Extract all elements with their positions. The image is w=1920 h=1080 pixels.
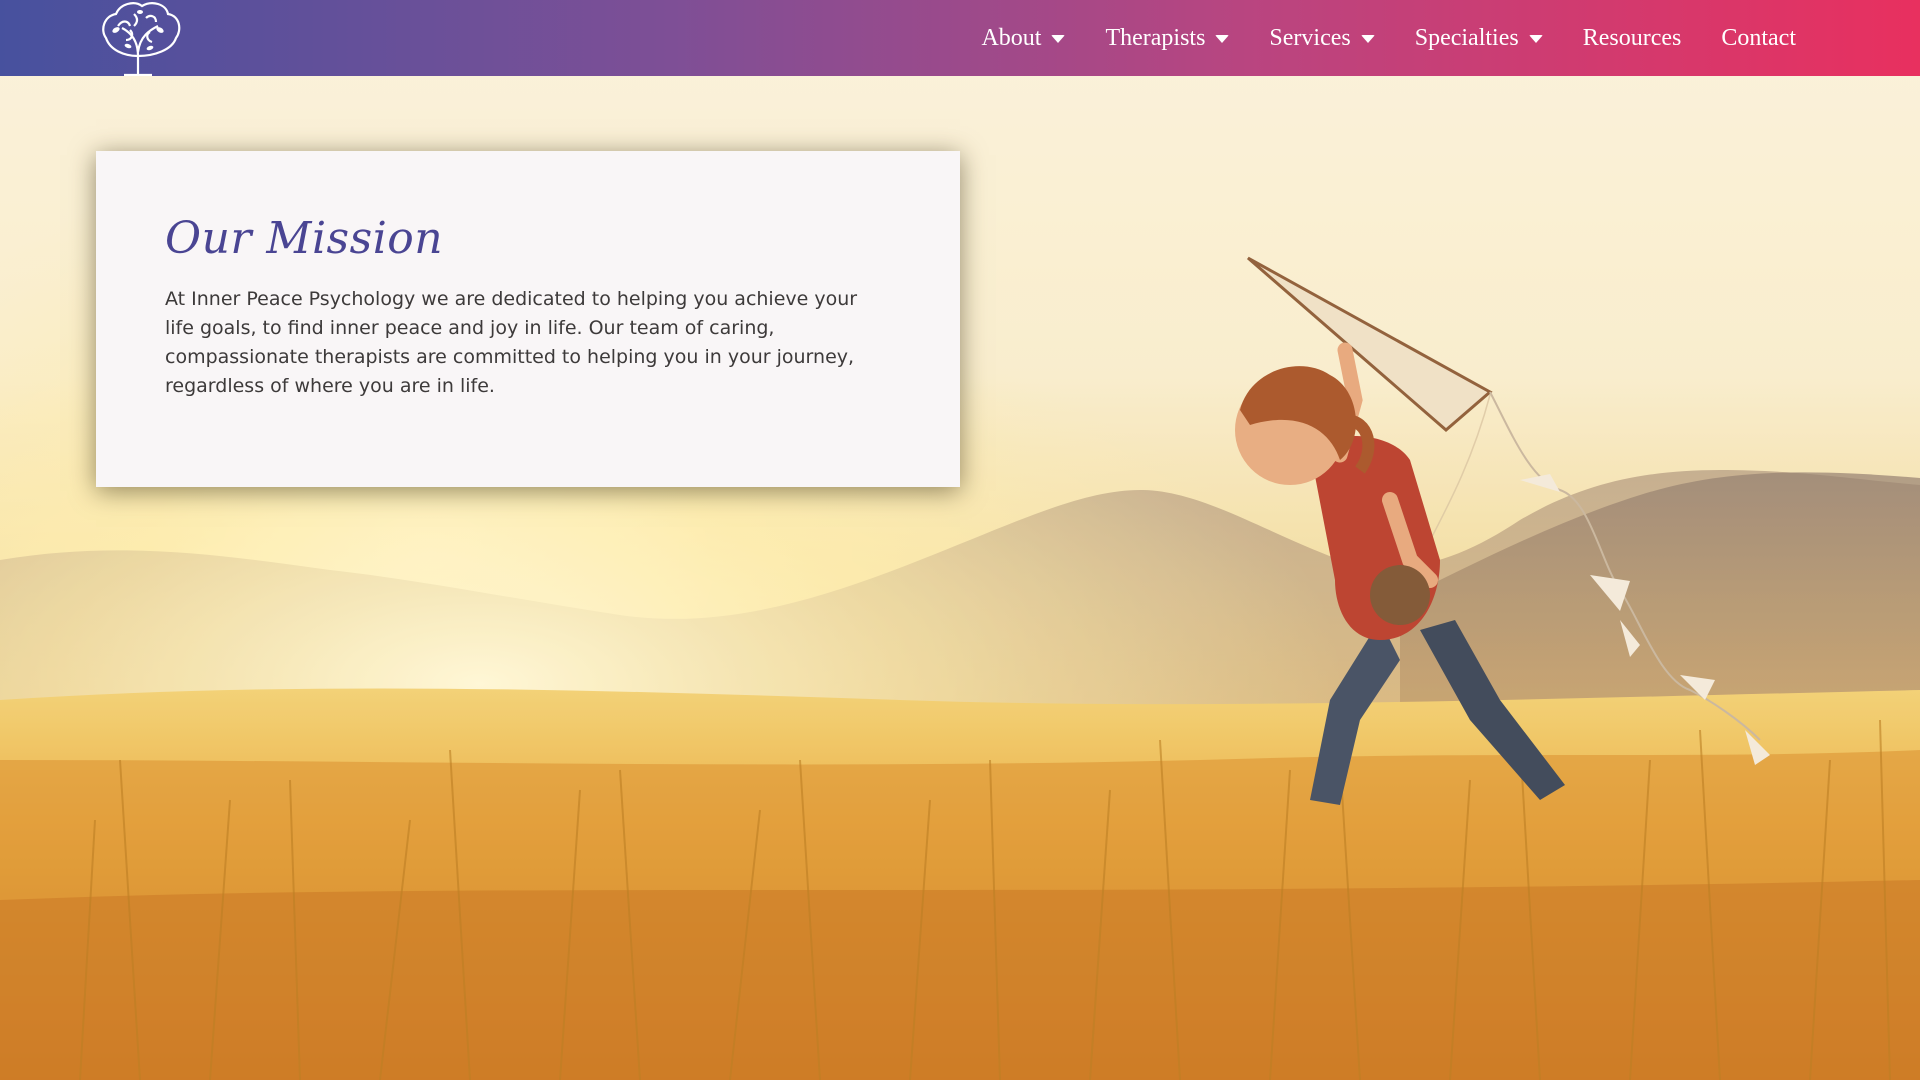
caret-down-icon [1528,35,1543,43]
nav-item-specialties[interactable]: Specialties [1415,25,1543,52]
top-navbar: About Therapists Services Specialties Re… [0,0,1920,77]
nav-item-therapists[interactable]: Therapists [1105,24,1230,52]
caret-down-icon [1360,35,1375,43]
nav-item-contact[interactable]: Contact [1721,25,1796,52]
nav-item-label: Contact [1721,24,1796,51]
nav-item-resources[interactable]: Resources [1583,25,1682,52]
nav-item-label: Specialties [1414,24,1519,51]
site-logo[interactable] [94,0,184,77]
caret-down-icon [1215,35,1230,43]
nav-item-services[interactable]: Services [1269,24,1375,52]
mission-body-text: At Inner Peace Psychology we are dedicat… [165,288,858,398]
mission-card: Our Mission At Inner Peace Psychology we… [96,151,960,487]
nav-item-label: Resources [1582,24,1682,51]
mission-title: Our Mission [165,213,444,264]
nav-item-label: About [981,24,1042,51]
nav-item-label: Services [1269,24,1351,51]
caret-down-icon [1051,35,1066,43]
tree-brain-icon [102,2,181,77]
nav-item-about[interactable]: About [981,24,1066,52]
nav-item-label: Therapists [1105,24,1206,51]
main-nav-menu: About Therapists Services Specialties Re… [941,0,1796,76]
